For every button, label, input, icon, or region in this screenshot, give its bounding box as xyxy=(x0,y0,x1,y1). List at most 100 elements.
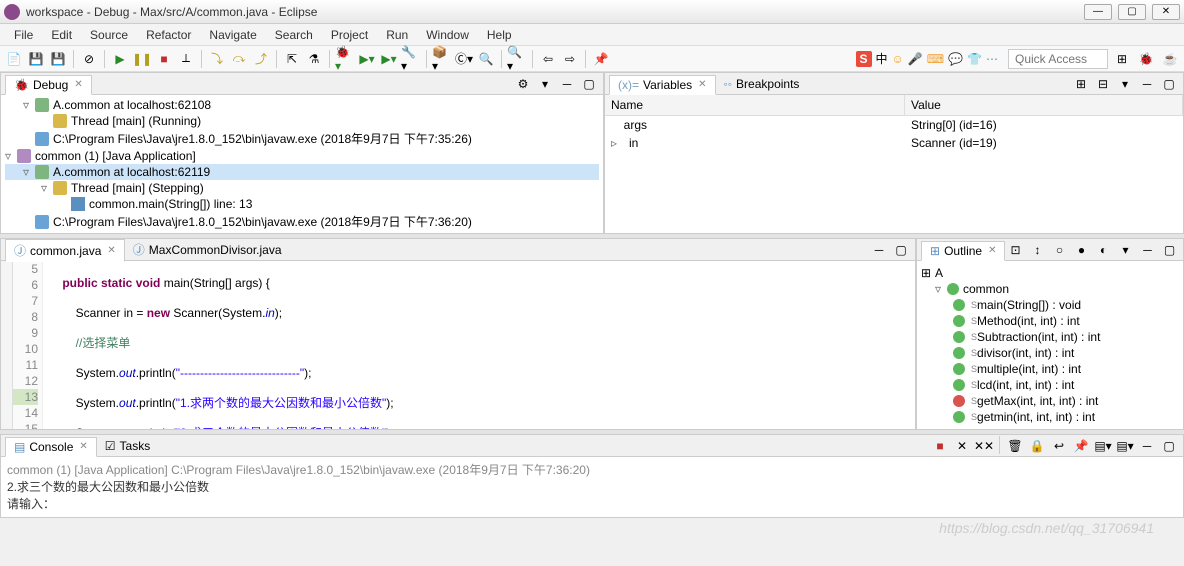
outline-member[interactable]: Sgetmin(int, int, int) : int xyxy=(921,409,1179,425)
view-menu-icon[interactable]: ▾ xyxy=(1115,74,1135,94)
outline-member[interactable]: Smain(String[]) : void xyxy=(921,297,1179,313)
suspend-icon[interactable]: ❚❚ xyxy=(132,49,152,69)
menu-project[interactable]: Project xyxy=(323,26,376,44)
show-type-names-icon[interactable]: ⊞ xyxy=(1071,74,1091,94)
outline-member[interactable]: SSubtraction(int, int) : int xyxy=(921,329,1179,345)
java-perspective-icon[interactable]: ☕ xyxy=(1160,49,1180,69)
menu-run[interactable]: Run xyxy=(378,26,416,44)
open-perspective-icon[interactable]: ⊞ xyxy=(1112,49,1132,69)
close-icon[interactable]: ✕ xyxy=(74,79,82,90)
pin-console-icon[interactable]: 📌 xyxy=(1071,436,1091,456)
ime-face-icon[interactable]: ☺ xyxy=(892,52,904,66)
skip-breakpoints-icon[interactable]: ⊘ xyxy=(79,49,99,69)
maximize-icon[interactable]: ▢ xyxy=(1159,240,1179,260)
next-annotation-icon[interactable]: ⇨ xyxy=(560,49,580,69)
terminate-icon[interactable]: ■ xyxy=(154,49,174,69)
close-icon[interactable]: ✕ xyxy=(698,79,706,90)
use-step-filters-icon[interactable]: ⚗ xyxy=(304,49,324,69)
maximize-icon[interactable]: ▢ xyxy=(1159,74,1179,94)
debug-tree-row[interactable]: common.main(String[]) line: 13 xyxy=(5,196,599,212)
sort-icon[interactable]: ↕ xyxy=(1027,240,1047,260)
remove-launch-icon[interactable]: ✕ xyxy=(952,436,972,456)
outline-package[interactable]: ⊞A xyxy=(921,265,1179,281)
new-icon[interactable]: 📄 xyxy=(4,49,24,69)
ime-skin-icon[interactable]: 👕 xyxy=(967,52,982,66)
debug-tree-row[interactable]: ▿A.common at localhost:62119 xyxy=(5,164,599,180)
debug-tab[interactable]: 🐞 Debug ✕ xyxy=(5,75,92,95)
menu-file[interactable]: File xyxy=(6,26,41,44)
menu-window[interactable]: Window xyxy=(418,26,477,44)
outline-tab[interactable]: ⊞ Outline ✕ xyxy=(921,241,1005,261)
disconnect-icon[interactable]: ⟂ xyxy=(176,49,196,69)
outline-member[interactable]: SgetMax(int, int, int) : int xyxy=(921,393,1179,409)
view-menu-icon[interactable]: ▾ xyxy=(1115,240,1135,260)
menu-search[interactable]: Search xyxy=(267,26,321,44)
pin-editor-icon[interactable]: 📌 xyxy=(591,49,611,69)
breakpoints-tab[interactable]: ◦◦ Breakpoints xyxy=(716,75,808,93)
variable-row[interactable]: argsString[0] (id=16) xyxy=(605,116,1183,134)
outline-member[interactable]: Sdivisor(int, int) : int xyxy=(921,345,1179,361)
hide-nonpublic-icon[interactable]: ◐ xyxy=(1093,240,1113,260)
minimize-icon[interactable]: ─ xyxy=(557,74,577,94)
minimize-icon[interactable]: ─ xyxy=(1137,436,1157,456)
debug-tree-row[interactable]: ▿A.common at localhost:62108 xyxy=(5,97,599,113)
drop-to-frame-icon[interactable]: ⇱ xyxy=(282,49,302,69)
clear-console-icon[interactable]: 🗑 xyxy=(1005,436,1025,456)
ime-lang-icon[interactable]: 中 xyxy=(876,50,888,67)
debug-tree-row[interactable]: C:\Program Files\Java\jre1.8.0_152\bin\j… xyxy=(5,212,599,231)
debug-icon[interactable]: 🐞▾ xyxy=(335,49,355,69)
open-console-icon[interactable]: ▤▾ xyxy=(1115,436,1135,456)
minimize-icon[interactable]: ─ xyxy=(1137,240,1157,260)
column-value[interactable]: Value xyxy=(905,95,1183,115)
maximize-button[interactable]: ▢ xyxy=(1118,4,1146,20)
outline-member[interactable]: SMethod(int, int) : int xyxy=(921,313,1179,329)
search-icon[interactable]: 🔍▾ xyxy=(507,49,527,69)
menu-edit[interactable]: Edit xyxy=(43,26,80,44)
minimize-button[interactable]: — xyxy=(1084,4,1112,20)
ime-mic-icon[interactable]: 🎤 xyxy=(908,52,923,66)
editor-tab-common[interactable]: Ⓙ common.java ✕ xyxy=(5,239,125,262)
external-tools-icon[interactable]: 🔧▾ xyxy=(401,49,421,69)
variables-tab[interactable]: (x)= Variables ✕ xyxy=(609,75,716,95)
debug-toolbar-icon[interactable]: ⚙ xyxy=(513,74,533,94)
console-output[interactable]: common (1) [Java Application] C:\Program… xyxy=(1,457,1183,517)
column-name[interactable]: Name xyxy=(605,95,905,115)
ime-keyboard-icon[interactable]: ⌨ xyxy=(927,52,944,66)
focus-icon[interactable]: ⊡ xyxy=(1005,240,1025,260)
code-editor[interactable]: 56789101112131415 public static void mai… xyxy=(1,261,915,429)
new-package-icon[interactable]: 📦▾ xyxy=(432,49,452,69)
display-selected-icon[interactable]: ▤▾ xyxy=(1093,436,1113,456)
open-type-icon[interactable]: 🔍 xyxy=(476,49,496,69)
debug-perspective-icon[interactable]: 🐞 xyxy=(1136,49,1156,69)
minimize-icon[interactable]: ─ xyxy=(1137,74,1157,94)
hide-static-icon[interactable]: ● xyxy=(1071,240,1091,260)
menu-refactor[interactable]: Refactor xyxy=(138,26,199,44)
terminate-icon[interactable]: ■ xyxy=(930,436,950,456)
step-over-icon[interactable]: ⤼ xyxy=(229,49,249,69)
menu-source[interactable]: Source xyxy=(82,26,136,44)
save-all-icon[interactable]: 💾 xyxy=(48,49,68,69)
console-tab[interactable]: ▤ Console ✕ xyxy=(5,437,97,457)
editor-tab-maxcommon[interactable]: Ⓙ MaxCommonDivisor.java xyxy=(125,239,290,260)
debug-tree-row[interactable]: ▿common (1) [Java Application] xyxy=(5,148,599,164)
collapse-all-icon[interactable]: ⊟ xyxy=(1093,74,1113,94)
view-menu-icon[interactable]: ▾ xyxy=(535,74,555,94)
close-icon[interactable]: ✕ xyxy=(79,441,87,452)
save-icon[interactable]: 💾 xyxy=(26,49,46,69)
menu-navigate[interactable]: Navigate xyxy=(201,26,264,44)
quick-access-input[interactable] xyxy=(1008,49,1108,69)
prev-annotation-icon[interactable]: ⇦ xyxy=(538,49,558,69)
step-into-icon[interactable]: ⤵ xyxy=(207,49,227,69)
remove-all-icon[interactable]: ✕✕ xyxy=(974,436,994,456)
word-wrap-icon[interactable]: ↩ xyxy=(1049,436,1069,456)
step-return-icon[interactable]: ⤴ xyxy=(251,49,271,69)
scroll-lock-icon[interactable]: 🔒 xyxy=(1027,436,1047,456)
menu-help[interactable]: Help xyxy=(479,26,520,44)
maximize-icon[interactable]: ▢ xyxy=(579,74,599,94)
sogou-icon[interactable]: S xyxy=(856,51,872,67)
minimize-icon[interactable]: ─ xyxy=(869,240,889,260)
run-last-icon[interactable]: ▶▾ xyxy=(379,49,399,69)
close-button[interactable]: ✕ xyxy=(1152,4,1180,20)
ime-chat-icon[interactable]: 💬 xyxy=(948,52,963,66)
close-icon[interactable]: ✕ xyxy=(107,245,115,256)
